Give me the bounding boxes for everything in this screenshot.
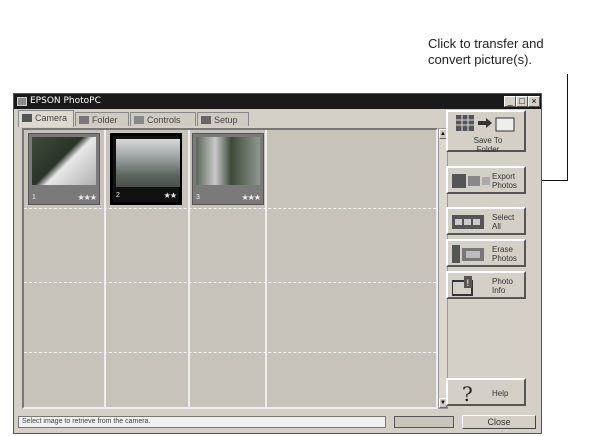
- grid-row-divider: [24, 208, 436, 209]
- callout-text: Click to transfer and convert picture(s)…: [428, 36, 608, 68]
- photo-info-label: Photo Info: [492, 277, 513, 295]
- tab-folder[interactable]: Folder: [75, 112, 129, 126]
- select-all-label: Select All: [492, 213, 515, 231]
- grid-separator: [265, 130, 267, 407]
- photo-info-button[interactable]: ! Photo Info: [446, 271, 526, 299]
- tab-controls[interactable]: Controls: [130, 112, 196, 126]
- controls-icon: [134, 116, 144, 124]
- thumbnail-grid[interactable]: 1 ★★★ 2 ★★ 3 ★★★: [22, 128, 438, 409]
- help-label: Help: [492, 389, 509, 398]
- folder-icon: [79, 116, 89, 124]
- grid-row-divider: [24, 352, 436, 353]
- thumbnail-rating: ★★★: [241, 193, 260, 202]
- export-photos-label: Export Photos: [492, 172, 517, 190]
- tab-camera[interactable]: Camera: [18, 110, 74, 127]
- export-photos-button[interactable]: Export Photos: [446, 166, 526, 194]
- thumbnail-2[interactable]: 2 ★★: [110, 133, 182, 205]
- thumbnail-1[interactable]: 1 ★★★: [28, 133, 100, 205]
- status-progress-panel: [394, 416, 454, 428]
- tab-controls-label: Controls: [147, 115, 181, 125]
- erase-photos-label: Erase Photos: [492, 245, 517, 263]
- app-icon: [17, 97, 27, 106]
- title-bar[interactable]: EPSON PhotoPC _ □ ×: [14, 94, 541, 109]
- grid-row-divider: [24, 282, 436, 283]
- question-mark-icon: ?: [462, 382, 473, 406]
- thumbnail-index: 3: [196, 194, 200, 201]
- status-bar: Select image to retrieve from the camera…: [18, 416, 386, 428]
- select-all-button[interactable]: Select All: [446, 207, 526, 235]
- svg-text:!: !: [466, 279, 470, 289]
- export-photos-icon: [452, 174, 490, 188]
- thumbnail-index: 2: [116, 192, 120, 199]
- thumbnail-rating: ★★★: [77, 193, 96, 202]
- photo-info-icon: !: [452, 276, 473, 296]
- thumbnail-3[interactable]: 3 ★★★: [192, 133, 264, 205]
- save-to-folder-icon: [456, 115, 515, 132]
- help-button[interactable]: ? Help: [446, 378, 526, 406]
- camera-icon: [22, 114, 32, 122]
- callout-line-1: Click to transfer and: [428, 36, 544, 51]
- erase-photos-button[interactable]: Erase Photos: [446, 239, 526, 267]
- save-to-folder-button[interactable]: Save To Folder: [446, 110, 526, 154]
- close-button[interactable]: Close: [462, 415, 536, 429]
- tab-camera-label: Camera: [35, 113, 68, 123]
- garden-photo: [196, 137, 260, 185]
- close-window-button[interactable]: ×: [528, 96, 540, 107]
- landscape-photo: [116, 139, 180, 187]
- minimize-button[interactable]: _: [504, 96, 516, 107]
- tab-folder-label: Folder: [92, 115, 118, 125]
- thumbnail-rating: ★★: [163, 191, 177, 200]
- callout-line-2: convert picture(s).: [428, 52, 533, 67]
- erase-photos-icon: [452, 245, 484, 263]
- select-all-icon: [452, 215, 484, 229]
- flower-photo: [32, 137, 96, 185]
- window-title: EPSON PhotoPC: [30, 96, 101, 106]
- tab-setup-label: Setup: [214, 115, 238, 125]
- save-to-folder-label: Save To Folder: [473, 136, 503, 154]
- grid-separator: [104, 130, 106, 407]
- app-window: EPSON PhotoPC _ □ × Camera Folder Contro…: [13, 93, 542, 434]
- grid-separator: [188, 130, 190, 407]
- thumbnail-index: 1: [32, 194, 36, 201]
- tab-setup[interactable]: Setup: [197, 112, 249, 126]
- setup-icon: [201, 116, 211, 124]
- maximize-button[interactable]: □: [516, 96, 528, 107]
- callout-leader-vertical: [567, 74, 568, 181]
